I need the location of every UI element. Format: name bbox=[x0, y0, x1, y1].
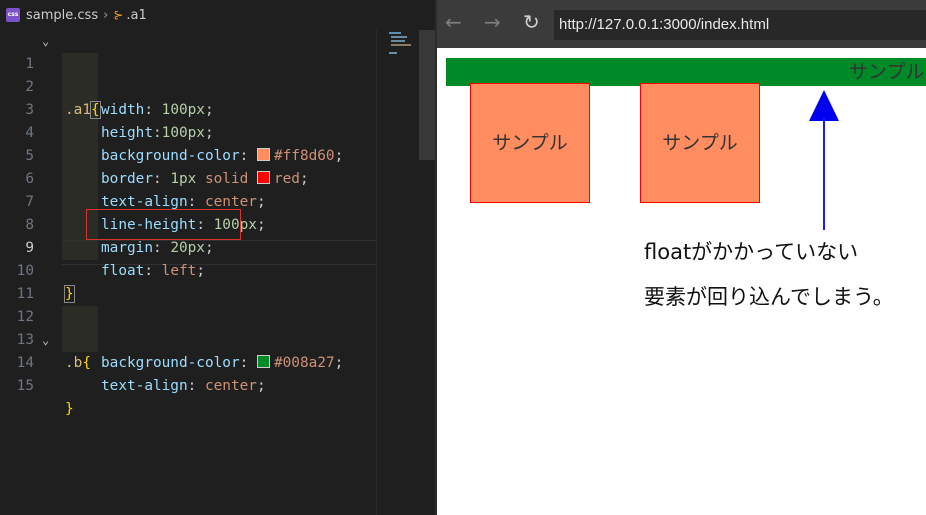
reload-icon[interactable]: ↻ bbox=[523, 10, 540, 34]
line-number: 15 bbox=[16, 378, 34, 394]
browser-preview: ← → ↻ http://127.0.0.1:3000/index.html サ… bbox=[437, 0, 926, 515]
code-line[interactable]: 13 background-color: #008a27; bbox=[0, 306, 376, 371]
code-line[interactable]: 6 text-align: center; bbox=[0, 145, 376, 210]
code-line[interactable]: 4 background-color: #ff8d60; bbox=[0, 99, 376, 164]
code-line[interactable]: 3 height:100px; bbox=[0, 76, 376, 141]
orange-box: サンプル bbox=[640, 83, 760, 203]
code-line[interactable]: 2 width: 100px; bbox=[0, 53, 376, 118]
orange-box: サンプル bbox=[470, 83, 590, 203]
green-block: サンプル bbox=[446, 58, 926, 86]
css-file-icon: css bbox=[6, 8, 20, 22]
css-property: text-align bbox=[101, 378, 188, 394]
code-line[interactable]: 14 text-align: center; bbox=[0, 329, 376, 394]
code-line[interactable]: 10 } bbox=[0, 237, 376, 303]
code-line[interactable]: 11 bbox=[0, 260, 376, 302]
arrow-right-icon[interactable]: → bbox=[484, 10, 501, 34]
fold-chevron-icon[interactable]: ⌄ bbox=[42, 30, 58, 53]
code-line[interactable]: 12 ⌄ .b{ bbox=[0, 283, 376, 371]
annotation-line-1: floatがかかっていない bbox=[644, 240, 859, 264]
code-editor[interactable]: css sample.css › ⊱ .a1 1 ⌄ .a1{ 2 width:… bbox=[0, 0, 437, 515]
breadcrumb-file[interactable]: sample.css bbox=[26, 8, 98, 23]
code-line[interactable]: 5 border: 1px solid red; bbox=[0, 122, 376, 187]
browser-toolbar: ← → ↻ http://127.0.0.1:3000/index.html bbox=[437, 0, 926, 48]
arrow-up-icon bbox=[809, 90, 839, 121]
code-line[interactable]: 1 ⌄ .a1{ bbox=[0, 30, 376, 119]
brace: } bbox=[65, 401, 74, 417]
scrollbar[interactable] bbox=[419, 30, 435, 160]
highlight-box bbox=[86, 209, 241, 240]
green-block-text: サンプル bbox=[849, 61, 925, 83]
breadcrumb: css sample.css › ⊱ .a1 bbox=[0, 0, 437, 30]
chevron-right-icon: › bbox=[103, 7, 109, 23]
code-line[interactable]: 7 line-height: 100px; bbox=[0, 168, 376, 233]
css-value: center bbox=[204, 378, 257, 394]
breadcrumb-symbol[interactable]: .a1 bbox=[126, 8, 146, 23]
code-area[interactable]: 1 ⌄ .a1{ 2 width: 100px; 3 height:100px;… bbox=[0, 30, 376, 515]
code-line[interactable]: 15 } bbox=[0, 352, 376, 417]
address-bar[interactable]: http://127.0.0.1:3000/index.html bbox=[554, 10, 926, 40]
annotation-line-2: 要素が回り込んでしまう。 bbox=[644, 285, 894, 309]
symbol-class-icon: ⊱ bbox=[113, 8, 124, 22]
minimap[interactable] bbox=[376, 30, 425, 515]
arrow-left-icon[interactable]: ← bbox=[445, 10, 462, 34]
arrow-shaft bbox=[823, 118, 825, 230]
